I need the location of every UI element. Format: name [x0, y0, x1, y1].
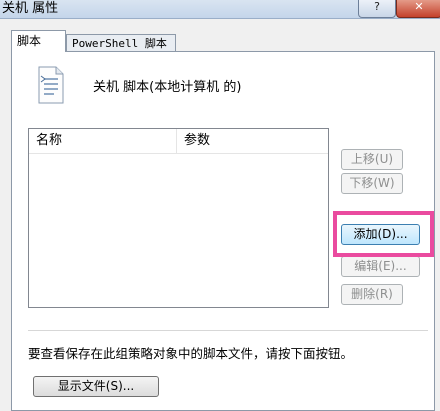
scripts-panel: 关机 脚本(本地计算机 的) 名称 参数 上移(U) 下移(W) 添加(D)..…	[11, 51, 435, 411]
help-button[interactable]: ?	[358, 0, 396, 18]
edit-button[interactable]: 编辑(E)...	[341, 256, 420, 277]
column-header-parameters[interactable]: 参数	[177, 129, 328, 153]
column-header-name[interactable]: 名称	[29, 129, 177, 153]
remove-button[interactable]: 删除(R)	[341, 284, 403, 305]
title-bar: 关机 属性 ? ✕	[0, 0, 440, 19]
close-button[interactable]: ✕	[396, 0, 440, 18]
move-down-button[interactable]: 下移(W)	[341, 173, 403, 194]
instruction-text: 要查看保存在此组策略对象中的脚本文件，请按下面按钮。	[28, 346, 354, 361]
show-files-button[interactable]: 显示文件(S)...	[33, 376, 159, 397]
script-document-icon	[38, 66, 64, 104]
move-up-button[interactable]: 上移(U)	[341, 149, 403, 170]
tab-scripts[interactable]: 脚本	[11, 30, 66, 52]
separator	[28, 330, 428, 331]
add-button[interactable]: 添加(D)...	[341, 224, 420, 245]
tab-powershell-scripts[interactable]: PowerShell 脚本	[66, 34, 176, 51]
tab-strip: 脚本 PowerShell 脚本	[0, 30, 440, 52]
list-header: 名称 参数	[29, 129, 328, 154]
scripts-heading: 关机 脚本(本地计算机 的)	[93, 80, 242, 95]
window-title: 关机 属性	[2, 1, 59, 16]
scripts-list[interactable]: 名称 参数	[28, 128, 329, 308]
